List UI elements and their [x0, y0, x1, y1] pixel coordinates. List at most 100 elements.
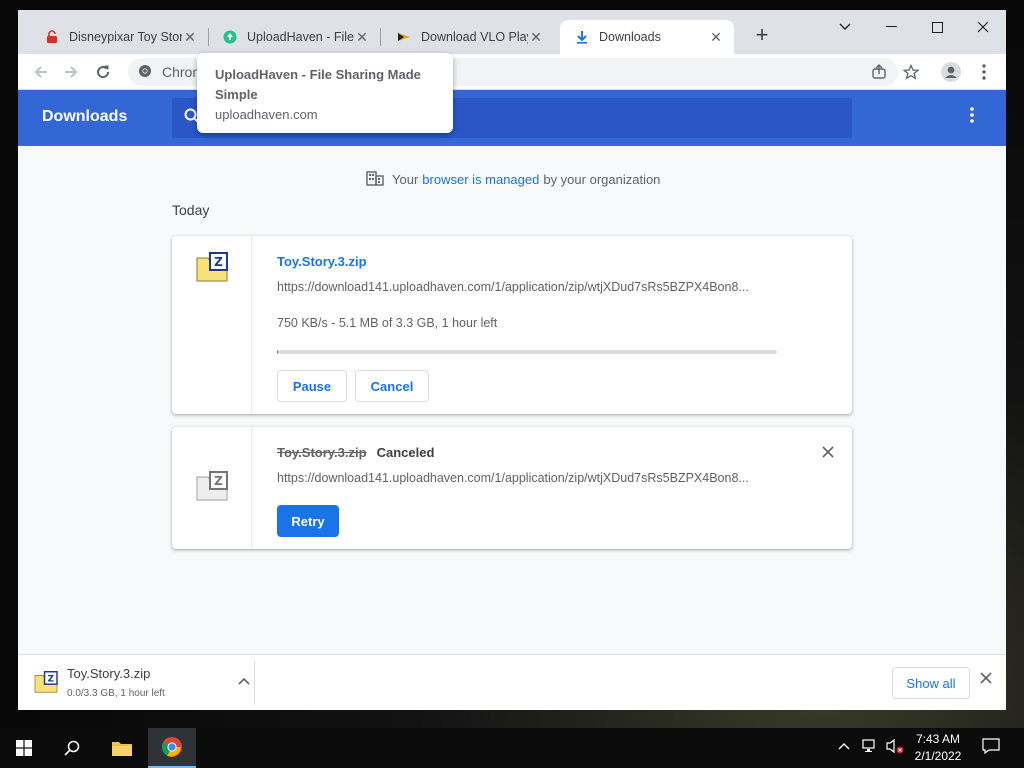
maximize-button[interactable] [914, 12, 960, 42]
managed-prefix: Your [392, 172, 419, 187]
star-icon [903, 64, 919, 80]
managed-notice: Your browser is managed by your organiza… [366, 170, 660, 189]
file-explorer-button[interactable] [98, 728, 146, 768]
kebab-menu-icon [970, 107, 974, 123]
download-progress-fill [277, 350, 278, 354]
chevron-up-icon [838, 743, 850, 750]
forward-arrow-icon [65, 66, 78, 78]
start-button[interactable] [0, 728, 48, 768]
cancel-button[interactable]: Cancel [355, 370, 429, 402]
search-icon [64, 740, 80, 756]
tab-title: UploadHaven - File Sharing Made Simple [247, 30, 354, 44]
profile-button[interactable] [938, 59, 964, 85]
clock-time: 7:43 AM [915, 732, 961, 746]
folder-icon [112, 742, 132, 756]
taskbar-search-button[interactable] [48, 728, 96, 768]
close-icon[interactable]: ✕ [708, 29, 724, 46]
close-window-button[interactable] [960, 12, 1006, 42]
download-filename: Toy.Story.3.zip [277, 445, 367, 460]
clock-date: 2/1/2022 [914, 749, 962, 763]
chrome-icon [138, 64, 152, 81]
tooltip-title: UploadHaven - File Sharing Made Simple [215, 67, 421, 102]
section-label-today: Today [172, 202, 210, 218]
uploadhaven-icon [222, 29, 238, 45]
back-arrow-icon [34, 66, 47, 78]
browser-menu-button[interactable] [971, 59, 997, 85]
red-lock-icon [44, 29, 60, 45]
reload-icon [97, 65, 110, 79]
download-shelf: Z Toy.Story.3.zip 0.0/3.3 GB, 1 hour lef… [18, 654, 1006, 710]
kebab-menu-icon [982, 64, 986, 80]
remove-download-button[interactable] [822, 445, 834, 463]
building-icon [366, 170, 384, 189]
downloads-menu-button[interactable] [964, 107, 980, 123]
tooltip-domain: uploadhaven.com [215, 107, 318, 122]
action-center-button[interactable] [982, 738, 1000, 757]
close-icon [980, 672, 992, 684]
download-status: 750 KB/s - 5.1 MB of 3.3 GB, 1 hour left [277, 316, 498, 330]
avatar-icon [941, 62, 961, 82]
notification-icon [982, 738, 1000, 755]
minimize-button[interactable] [868, 12, 914, 42]
bookmark-button[interactable] [898, 59, 924, 85]
tab-strip: Disneypixar Toy Story ✕ UploadHaven - Fi… [18, 10, 1006, 54]
retry-button[interactable]: Retry [277, 505, 339, 537]
windows-taskbar: 7:43 AM 2/1/2022 [0, 728, 1024, 768]
download-filename-link[interactable]: Toy.Story.3.zip [277, 254, 367, 269]
system-clock[interactable]: 7:43 AM 2/1/2022 [908, 731, 968, 765]
download-item-canceled: Z Toy.Story.3.zip Canceled https://downl… [172, 427, 852, 549]
show-hidden-icons-button[interactable] [838, 738, 850, 753]
tab-disneypixar[interactable]: Disneypixar Toy Story ✕ [30, 20, 208, 54]
tab-vlo-player[interactable]: Download VLO Player ✕ [382, 20, 554, 54]
browser-window: Disneypixar Toy Story ✕ UploadHaven - Fi… [18, 10, 1006, 710]
managed-suffix: by your organization [543, 172, 661, 187]
download-url-link[interactable]: https://download141.uploadhaven.com/1/ap… [277, 280, 777, 294]
share-icon [872, 64, 886, 79]
shelf-filename: Toy.Story.3.zip [67, 666, 151, 681]
close-icon[interactable]: ✕ [354, 29, 370, 46]
downloads-content: Your browser is managed by your organiza… [18, 146, 1006, 654]
shelf-download-item[interactable]: Z Toy.Story.3.zip 0.0/3.3 GB, 1 hour lef… [32, 661, 254, 705]
reload-button[interactable] [90, 59, 116, 85]
svg-text:Z: Z [214, 474, 223, 488]
zip-file-icon: Z [196, 471, 228, 504]
shelf-status: 0.0/3.3 GB, 1 hour left [67, 688, 165, 699]
shelf-divider [254, 661, 255, 705]
download-icon [574, 29, 590, 45]
download-state-label: Canceled [376, 445, 435, 460]
tab-uploadhaven[interactable]: UploadHaven - File Sharing Made Simple ✕ [208, 20, 380, 54]
show-all-button[interactable]: Show all [892, 667, 970, 699]
download-progress-bar [277, 350, 777, 354]
tab-search-button[interactable] [822, 12, 868, 42]
volume-muted-icon[interactable] [886, 738, 904, 757]
chevron-up-icon [238, 677, 250, 685]
new-tab-button[interactable]: + [750, 24, 774, 48]
tab-title: Download VLO Player [421, 30, 528, 44]
close-shelf-button[interactable] [980, 671, 992, 689]
download-url-link[interactable]: https://download141.uploadhaven.com/1/ap… [277, 471, 777, 485]
network-icon[interactable] [862, 738, 878, 757]
svg-text:Z: Z [48, 674, 54, 684]
tab-downloads[interactable]: Downloads ✕ [560, 20, 734, 54]
svg-text:Z: Z [214, 255, 223, 269]
managed-link[interactable]: browser is managed [422, 172, 539, 187]
zip-file-icon: Z [196, 252, 228, 285]
zip-file-icon: Z [34, 671, 58, 696]
windows-logo-icon [16, 740, 32, 756]
close-icon[interactable]: ✕ [528, 29, 544, 46]
back-button[interactable] [28, 59, 54, 85]
browser-toolbar: Chrome [18, 54, 1006, 90]
shelf-item-menu-button[interactable] [238, 673, 250, 688]
chrome-logo-icon [161, 736, 182, 757]
download-item-active: Z Toy.Story.3.zip https://download141.up… [172, 236, 852, 414]
forward-button[interactable] [58, 59, 84, 85]
pause-button[interactable]: Pause [277, 370, 347, 402]
chrome-taskbar-button[interactable] [148, 728, 196, 768]
share-button[interactable] [866, 59, 892, 85]
tab-title: Downloads [599, 30, 661, 44]
vlo-icon [396, 29, 412, 45]
close-icon[interactable]: ✕ [182, 29, 198, 46]
downloads-header: Downloads [18, 90, 1006, 146]
tab-separator [380, 28, 381, 46]
page-title: Downloads [42, 108, 128, 125]
